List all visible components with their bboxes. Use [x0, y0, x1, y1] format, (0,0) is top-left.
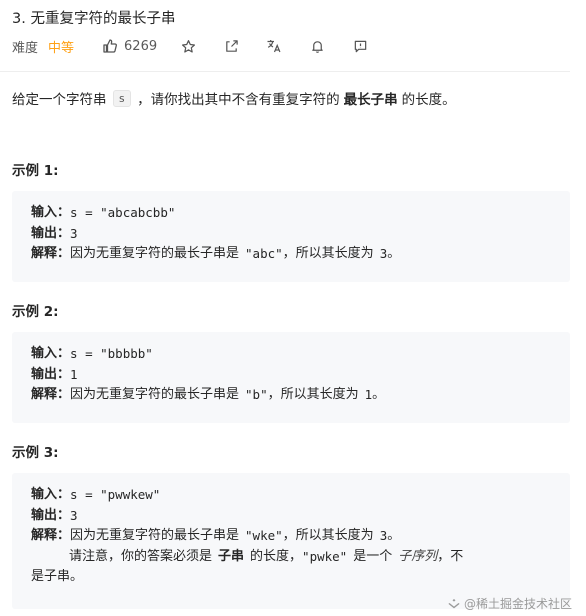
explain-code: "abc" — [245, 246, 283, 261]
example-1-title: 示例 1: — [12, 163, 59, 179]
watermark-text: @稀土掘金技术社区 — [463, 597, 572, 611]
note-mid: 的长度， — [250, 548, 303, 564]
output-value: 3 — [70, 225, 78, 241]
explain-text: 因为无重复字符的最长子串是 — [70, 387, 240, 402]
explain-mid: ，所以其长度为 — [282, 246, 374, 261]
feedback-button[interactable] — [351, 37, 369, 55]
note-is: 是一个 — [353, 548, 393, 564]
output-label: 输出： — [31, 507, 71, 523]
description-suffix: 的长度。 — [401, 92, 456, 108]
input-value: s = "abcabcbb" — [70, 205, 176, 220]
translate-icon — [267, 40, 281, 53]
juejin-logo-icon — [448, 598, 460, 608]
watermark: @稀土掘金技术社区 — [448, 595, 572, 612]
example-2-title: 示例 2: — [12, 304, 59, 320]
explain-code: "b" — [245, 387, 268, 402]
problem-title: 3. 无重复字符的最长子串 — [12, 11, 176, 27]
divider — [0, 71, 570, 72]
input-label: 输入： — [31, 487, 71, 502]
output-label: 输出： — [31, 225, 71, 241]
explain-mid: ，所以其长度为 — [267, 387, 359, 402]
explain-text: 因为无重复字符的最长子串是 — [70, 246, 240, 261]
example-3-title: 示例 3: — [12, 445, 59, 461]
description-prefix: 给定一个字符串 — [12, 92, 107, 108]
output-value: 3 — [70, 507, 78, 523]
input-value: s = "bbbbb" — [70, 346, 153, 361]
input-label: 输入： — [31, 346, 71, 361]
note-end: ，不 — [437, 548, 464, 564]
description-bold-term: 最长子串 — [343, 92, 398, 108]
share-icon — [225, 39, 238, 52]
explain-label: 解释： — [31, 528, 71, 543]
note-wrap: 是子串。 — [31, 569, 84, 584]
explain-num: 1 — [364, 387, 373, 402]
problem-meta-bar: 难度 中等 6269 — [12, 36, 394, 56]
description-variable: s — [112, 89, 132, 107]
example-3-block: 输入： s = "pwwkew" 输出： 3 解释： 因为无重复字符的最长子串是… — [12, 473, 570, 609]
explain-mid: ，所以其长度为 — [282, 528, 374, 543]
note-term: 子序列 — [398, 548, 438, 564]
explain-label: 解释： — [31, 246, 71, 261]
feedback-icon — [354, 40, 366, 52]
star-icon — [181, 39, 195, 53]
output-label: 输出： — [31, 366, 71, 382]
description-middle: ，请你找出其中不含有重复字符的 — [137, 92, 340, 108]
input-label: 输入： — [31, 205, 71, 220]
like-button[interactable]: 6269 — [102, 38, 157, 54]
explain-num: 3 — [379, 246, 388, 261]
explain-text: 因为无重复字符的最长子串是 — [70, 528, 240, 543]
explain-num: 3 — [379, 528, 388, 543]
note-bold-term: 子串 — [218, 548, 245, 564]
note-code: "pwke" — [302, 548, 348, 564]
notification-button[interactable] — [308, 37, 326, 55]
like-count: 6269 — [124, 38, 158, 54]
bell-icon — [311, 40, 323, 53]
input-value: s = "pwwkew" — [70, 487, 161, 502]
note-prefix: 请注意，你的答案必须是 — [69, 548, 213, 564]
explain-end: 。 — [387, 528, 401, 543]
share-button[interactable] — [222, 37, 240, 55]
example-1-block: 输入： s = "abcabcbb" 输出： 3 解释： 因为无重复字符的最长子… — [12, 191, 570, 282]
problem-description: 给定一个字符串 s ，请你找出其中不含有重复字符的 最长子串 的长度。 — [12, 88, 456, 108]
example-2-block: 输入： s = "bbbbb" 输出： 1 解释： 因为无重复字符的最长子串是 … — [12, 332, 570, 423]
favorite-button[interactable] — [179, 37, 197, 55]
translate-button[interactable] — [265, 37, 283, 55]
output-value: 1 — [70, 366, 78, 382]
difficulty-label: 难度 — [12, 40, 39, 56]
explain-label: 解释： — [31, 387, 71, 402]
explain-code: "wke" — [245, 528, 283, 543]
difficulty-value: 中等 — [48, 40, 75, 56]
explain-end: 。 — [372, 387, 386, 402]
thumb-up-icon — [103, 39, 118, 53]
explain-end: 。 — [387, 246, 401, 261]
